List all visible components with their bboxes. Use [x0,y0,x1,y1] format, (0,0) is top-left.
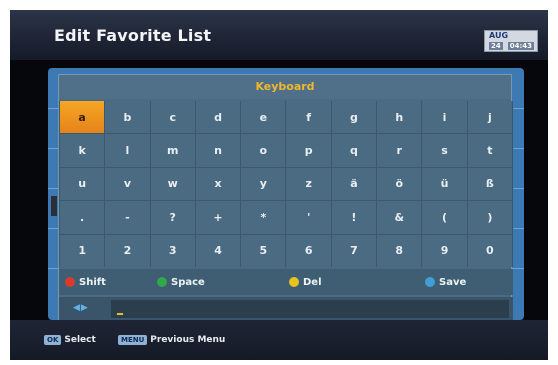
green-dot-icon [157,277,167,287]
keyboard-dialog: Keyboard abcdefghij klmnopqrst uvwxyzäöüß.… [58,74,513,321]
key-0-1[interactable]: b [105,101,150,134]
key-2-0[interactable]: u [60,167,105,201]
clock-time: 04:43 [507,42,534,50]
key-0-7[interactable]: h [377,101,422,134]
key-4-1[interactable]: 2 [105,234,150,267]
key-3-8[interactable]: ( [422,201,467,234]
key-3-3[interactable]: + [195,201,241,234]
key-0-4[interactable]: e [241,101,286,134]
del-label: Del [303,276,322,288]
key-0-2[interactable]: c [150,101,195,134]
date-day: 24 [489,42,503,50]
key-1-0[interactable]: k [60,134,105,167]
key-4-4[interactable]: 5 [241,234,286,267]
key-0-3[interactable]: d [195,101,241,134]
red-dot-icon [65,277,75,287]
key-1-8[interactable]: s [422,134,467,167]
space-button[interactable]: Space [157,273,205,291]
key-3-4[interactable]: * [241,201,286,234]
select-hint: OK Select [44,335,96,345]
ok-key-icon: OK [44,335,62,345]
key-2-7[interactable]: ö [377,167,422,201]
key-3-0[interactable]: . [60,201,105,234]
key-4-3[interactable]: 4 [195,234,241,267]
menu-key-icon: MENU [118,335,148,345]
key-4-2[interactable]: 3 [150,234,195,267]
key-0-9[interactable]: j [467,101,512,134]
key-4-7[interactable]: 8 [377,234,422,267]
key-1-3[interactable]: n [195,134,241,167]
key-2-4[interactable]: y [241,167,286,201]
key-1-4[interactable]: o [241,134,286,167]
key-2-8[interactable]: ü [422,167,467,201]
key-3-1[interactable]: - [105,201,150,234]
key-4-9[interactable]: 0 [467,234,512,267]
date-time-badge: AUG 24 04:43 [484,30,538,52]
key-0-0[interactable]: a [60,101,105,134]
key-0-6[interactable]: g [331,101,377,134]
key-1-6[interactable]: q [331,134,377,167]
key-2-2[interactable]: w [150,167,195,201]
date-month: AUG [489,31,509,40]
space-label: Space [171,276,205,288]
key-2-3[interactable]: x [195,167,241,201]
key-4-5[interactable]: 6 [286,234,331,267]
key-1-1[interactable]: l [105,134,150,167]
key-0-8[interactable]: i [422,101,467,134]
key-0-5[interactable]: f [286,101,331,134]
previous-menu-label: Previous Menu [150,335,226,345]
keyboard-grid: a b c d e f g h i j k l m n o p q r s t u v w x y z ä ö ü ß. -? + * '! &()… [59,101,513,267]
key-4-0[interactable]: 1 [60,234,105,267]
yellow-dot-icon [289,277,299,287]
list-scrollbar[interactable] [51,196,57,216]
save-label: Save [439,276,467,288]
shift-button[interactable]: Shift [65,273,106,291]
blue-dot-icon [425,277,435,287]
footer-bar: OK Select MENU Previous Menu [10,320,548,360]
key-1-7[interactable]: r [377,134,422,167]
select-label: Select [64,335,96,345]
text-cursor [117,313,123,315]
key-3-2[interactable]: ? [150,201,195,234]
shift-label: Shift [79,276,106,288]
key-3-7[interactable]: & [377,201,422,234]
previous-menu-hint: MENU Previous Menu [118,335,225,345]
name-input[interactable] [111,300,509,318]
key-2-9[interactable]: ß [467,167,512,201]
key-1-5[interactable]: p [286,134,331,167]
key-3-6[interactable]: ! [331,201,377,234]
color-key-legend: Shift Space Del Save [59,269,513,295]
save-button[interactable]: Save [425,273,466,291]
page-title: Edit Favorite List [54,26,212,45]
key-2-1[interactable]: v [105,167,150,201]
key-3-5[interactable]: ' [286,201,331,234]
key-1-9[interactable]: t [467,134,512,167]
key-4-8[interactable]: 9 [422,234,467,267]
keyboard-title: Keyboard [59,75,511,99]
key-3-9[interactable]: ) [467,201,512,234]
key-1-2[interactable]: m [150,134,195,167]
key-4-6[interactable]: 7 [331,234,377,267]
key-2-5[interactable]: z [286,167,331,201]
header-bar: Edit Favorite List AUG 24 04:43 [10,10,548,60]
text-input-row: ◀▶ [59,297,513,321]
tv-screen: Edit Favorite List AUG 24 04:43 Keyboard… [10,10,548,360]
key-2-6[interactable]: ä [331,167,377,201]
del-button[interactable]: Del [289,273,322,291]
rewind-forward-icon: ◀▶ [73,303,89,313]
